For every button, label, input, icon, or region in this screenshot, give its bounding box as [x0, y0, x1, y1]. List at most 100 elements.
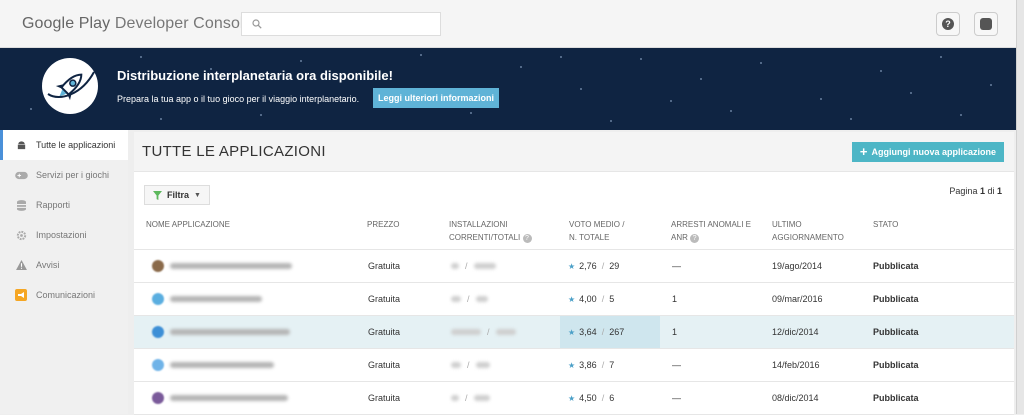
- rating-cell[interactable]: ★ 4,50 / 6: [560, 382, 660, 414]
- sidebar-item-alerts[interactable]: Avvisi: [0, 250, 128, 280]
- sidebar-item-all-apps[interactable]: Tutte le applicazioni: [0, 130, 128, 160]
- rating-count: 6: [609, 393, 615, 403]
- filter-button[interactable]: Filtra ▼: [144, 185, 210, 205]
- crashes-cell[interactable]: 1: [672, 283, 677, 315]
- redacted-installs-current: [451, 362, 461, 368]
- col-crashes[interactable]: ARRESTI ANOMALI E ANR ?: [671, 218, 751, 244]
- col-updated[interactable]: ULTIMO AGGIORNAMENTO: [772, 218, 844, 244]
- col-price[interactable]: PREZZO: [367, 218, 399, 231]
- updated-cell: 12/dic/2014: [772, 316, 819, 348]
- col-name[interactable]: NOME APPLICAZIONE: [146, 218, 230, 231]
- rocket-icon: [42, 58, 98, 114]
- rating-cell[interactable]: ★ 4,00 / 5: [560, 283, 660, 315]
- star-decoration: [850, 118, 852, 120]
- col-status[interactable]: STATO: [873, 218, 898, 231]
- crashes-cell[interactable]: —: [672, 250, 681, 282]
- rating-separator: /: [601, 294, 605, 304]
- help-button[interactable]: ?: [936, 11, 960, 36]
- banner-subtitle: Prepara la tua app o il tuo gioco per il…: [117, 94, 360, 104]
- filter-icon: [153, 190, 162, 200]
- col-installs-label-1: INSTALLAZIONI: [449, 220, 508, 229]
- table-row[interactable]: Gratuita / ★ 4,00 / 5 1 09/mar/2016 Pubb…: [134, 283, 1014, 316]
- app-name-cell[interactable]: [152, 382, 288, 414]
- star-decoration: [520, 66, 522, 68]
- sidebar-item-label: Rapporti: [36, 200, 71, 210]
- star-decoration: [610, 120, 612, 122]
- account-button[interactable]: [974, 11, 998, 36]
- pager-prefix: Pagina: [949, 186, 980, 196]
- col-updated-label-1: ULTIMO: [772, 220, 802, 229]
- crashes-cell[interactable]: 1: [672, 316, 677, 348]
- filter-row: Filtra ▼ Pagina 1 di 1: [134, 172, 1014, 212]
- brand-name: Google Play Developer Console: [22, 15, 253, 33]
- rating-value: 2,76: [579, 261, 597, 271]
- installs-cell: /: [451, 382, 490, 414]
- sidebar-item-reports[interactable]: Rapporti: [0, 190, 128, 220]
- main-header: TUTTE LE APPLICAZIONI + Aggiungi nuova a…: [134, 132, 1014, 172]
- installs-separator: /: [465, 261, 468, 271]
- app-name-cell[interactable]: [152, 349, 274, 381]
- window-scrollbar[interactable]: [1016, 0, 1024, 414]
- google-play-logo[interactable]: Google Play Developer Console: [16, 13, 252, 35]
- updated-cell: 19/ago/2014: [772, 250, 822, 282]
- star-decoration: [880, 70, 882, 72]
- status-cell: Pubblicata: [873, 349, 919, 381]
- brand-main: Google Play: [22, 14, 111, 32]
- col-installs[interactable]: INSTALLAZIONI CORRENTI/TOTALI ?: [449, 218, 532, 244]
- col-rating[interactable]: VOTO MEDIO / N. TOTALE: [569, 218, 624, 244]
- sidebar-item-settings[interactable]: Impostazioni: [0, 220, 128, 250]
- sidebar-item-game-services[interactable]: Servizi per i giochi: [0, 160, 128, 190]
- redacted-installs-total: [495, 329, 516, 335]
- star-icon: ★: [568, 393, 576, 403]
- search-input[interactable]: [268, 16, 440, 31]
- star-decoration: [990, 84, 992, 86]
- sidebar-item-label: Tutte le applicazioni: [36, 140, 116, 150]
- redacted-installs-total: [473, 263, 496, 269]
- warning-icon: [14, 259, 28, 271]
- col-rating-label-2: N. TOTALE: [569, 233, 610, 242]
- star-decoration: [140, 56, 142, 58]
- rating-count: 29: [609, 261, 620, 271]
- crashes-cell[interactable]: —: [672, 382, 681, 414]
- redacted-installs-current: [451, 395, 459, 401]
- learn-more-button[interactable]: Leggi ulteriori informazioni: [373, 88, 499, 108]
- pager-total: 1: [996, 186, 1002, 196]
- star-icon: ★: [568, 294, 576, 304]
- star-decoration: [30, 108, 32, 110]
- sidebar-item-communications[interactable]: Comunicazioni: [0, 280, 128, 310]
- info-icon[interactable]: ?: [522, 234, 532, 243]
- col-price-label: PREZZO: [367, 220, 400, 229]
- rating-cell[interactable]: ★ 3,86 / 7: [560, 349, 660, 381]
- crashes-cell[interactable]: —: [672, 349, 681, 381]
- search-box[interactable]: [241, 11, 441, 36]
- status-cell: Pubblicata: [873, 283, 919, 315]
- table-row[interactable]: Gratuita / ★ 3,86 / 7 — 14/feb/2016 Pubb…: [134, 349, 1014, 382]
- redacted-installs-total: [475, 296, 488, 302]
- rating-separator: /: [601, 261, 605, 271]
- app-name-cell[interactable]: [152, 250, 292, 282]
- add-app-button[interactable]: + Aggiungi nuova applicazione: [851, 141, 1004, 162]
- redacted-app-name: [170, 263, 292, 269]
- redacted-app-name: [170, 296, 262, 302]
- info-icon[interactable]: ?: [690, 234, 700, 243]
- rating-cell[interactable]: ★ 3,64 / 267: [560, 316, 660, 348]
- price-value: Gratuita: [368, 393, 401, 403]
- rating-cell[interactable]: ★ 2,76 / 29: [560, 250, 660, 282]
- app-name-cell[interactable]: [152, 283, 262, 315]
- table-row[interactable]: Gratuita / ★ 3,64 / 267 1 12/dic/2014 Pu…: [134, 316, 1014, 349]
- col-status-label: STATO: [873, 220, 899, 229]
- app-name-cell[interactable]: [152, 316, 290, 348]
- table-row[interactable]: Gratuita / ★ 2,76 / 29 — 19/ago/2014 Pub…: [134, 250, 1014, 283]
- brand-sub: Developer Console: [114, 14, 253, 32]
- installs-separator: /: [487, 327, 490, 337]
- crashes-value: 1: [672, 327, 678, 337]
- sidebar: Tutte le applicazioni Servizi per i gioc…: [0, 130, 128, 414]
- updated-cell: 08/dic/2014: [772, 382, 819, 414]
- app-icon: [152, 326, 164, 338]
- crashes-value: —: [672, 393, 681, 403]
- status-value: Pubblicata: [873, 360, 919, 370]
- table-row[interactable]: Gratuita / ★ 4,50 / 6 — 08/dic/2014 Pubb…: [134, 382, 1014, 415]
- top-bar: Google Play Developer Console ?: [0, 0, 1016, 48]
- star-decoration: [730, 110, 732, 112]
- redacted-app-name: [170, 362, 274, 368]
